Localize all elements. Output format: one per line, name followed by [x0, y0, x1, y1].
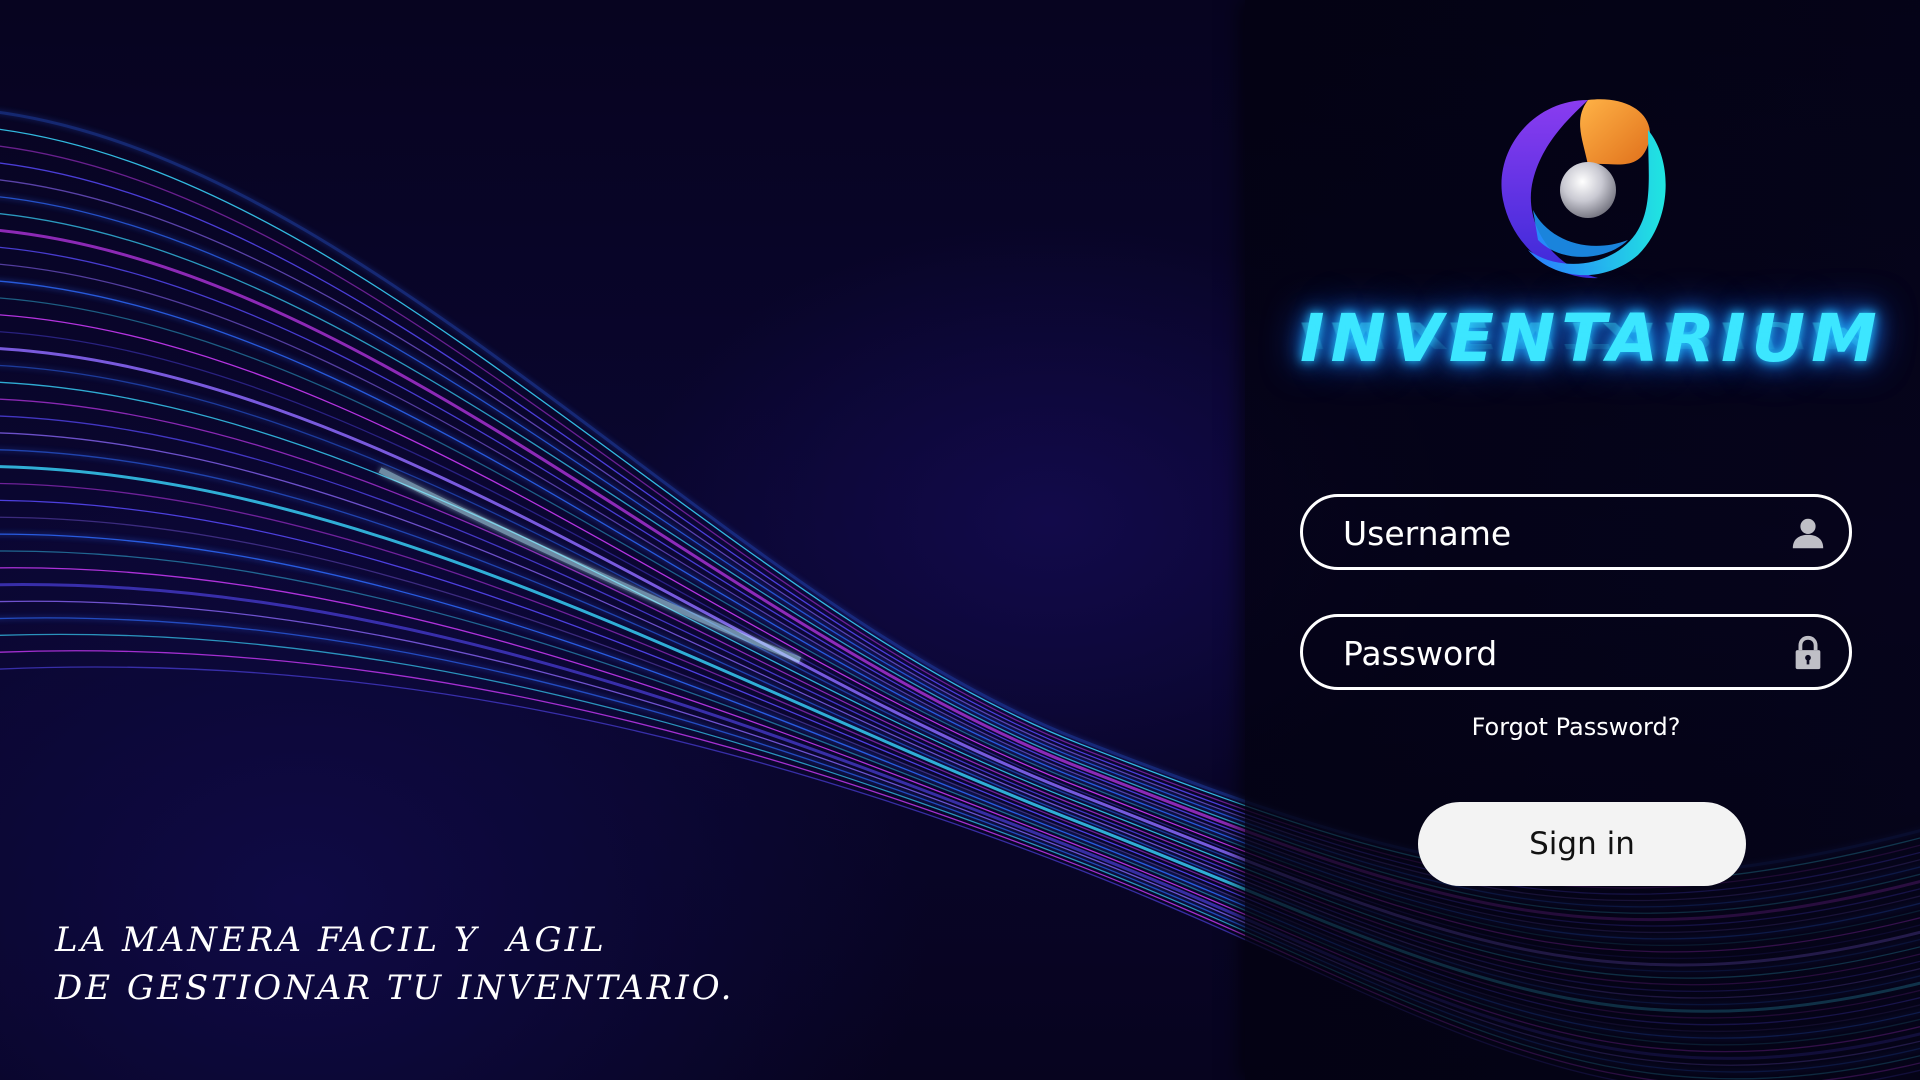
tagline-line-2: DE GESTIONAR TU INVENTARIO.	[55, 968, 735, 1008]
username-field[interactable]	[1300, 494, 1852, 570]
lock-icon	[1795, 635, 1821, 670]
swirl-sphere-logo-icon	[1501, 99, 1666, 279]
forgot-password-link[interactable]: Forgot Password?	[1300, 713, 1852, 741]
password-field[interactable]	[1300, 614, 1852, 690]
password-input[interactable]	[1341, 617, 1765, 689]
login-screen: INVENTARIUM INVENTARIUM Forgot Password?…	[0, 0, 1920, 1080]
sign-in-button[interactable]: Sign in	[1418, 802, 1746, 886]
tagline-line-1: LA MANERA FACIL Y AGIL	[55, 920, 607, 960]
user-icon	[1792, 518, 1824, 549]
username-input[interactable]	[1341, 497, 1765, 569]
brand-wordmark-reflection: INVENTARIUM	[1300, 313, 1883, 356]
